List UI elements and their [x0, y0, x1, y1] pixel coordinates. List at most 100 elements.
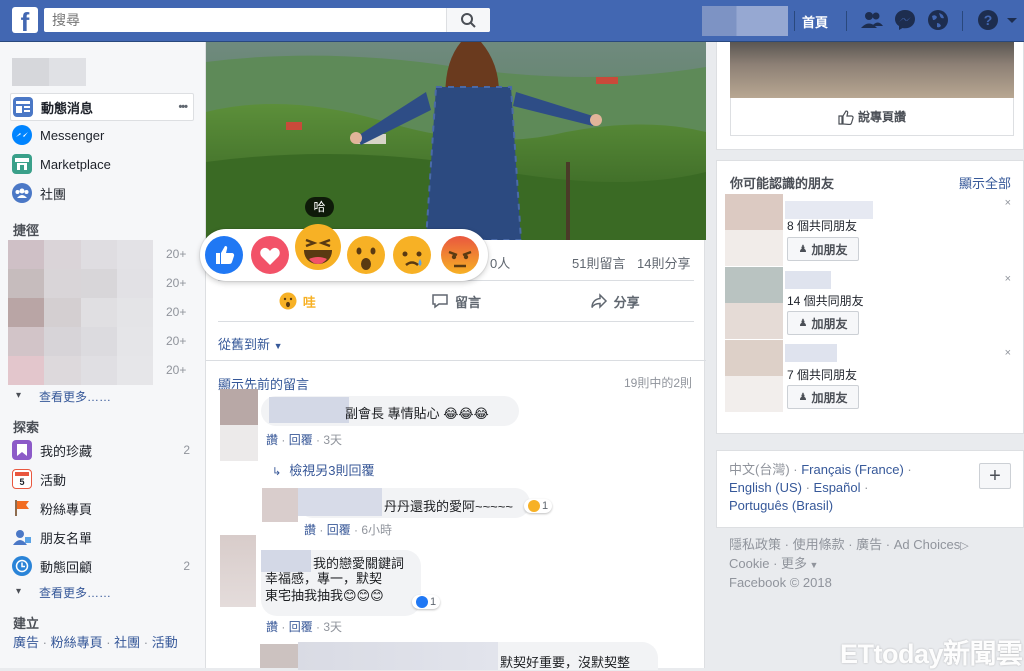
create-page-link[interactable]: 粉絲專頁: [51, 635, 103, 650]
friend-avatar-blurred[interactable]: [725, 194, 783, 266]
add-friend-button[interactable]: ♟ 加朋友: [787, 385, 859, 409]
nav-label: 活動: [40, 472, 67, 488]
chevron-down-icon: ▾: [16, 390, 22, 401]
create-event-link[interactable]: 活動: [152, 635, 178, 650]
reaction-count-text[interactable]: 0人: [490, 253, 510, 272]
more-languages-button[interactable]: +: [979, 463, 1011, 489]
comment-timestamp[interactable]: 3天: [323, 620, 342, 634]
copyright: Facebook © 2018: [729, 575, 832, 590]
nav-saved[interactable]: 我的珍藏 2: [10, 436, 194, 464]
share-button[interactable]: 分享: [535, 281, 694, 321]
commenter-name-blurred[interactable]: [269, 397, 349, 423]
friend-avatar-blurred[interactable]: [725, 340, 783, 412]
nav-events[interactable]: 5 活動: [10, 465, 194, 493]
nav-pages[interactable]: 粉絲專頁: [10, 494, 194, 522]
reply-comment-link[interactable]: 回覆: [289, 433, 313, 447]
messenger-icon[interactable]: [893, 8, 917, 32]
post-photo[interactable]: [206, 42, 706, 240]
commenter-name-blurred[interactable]: [298, 642, 498, 670]
cookie-link[interactable]: Cookie: [729, 556, 769, 571]
reaction-picker: [200, 224, 488, 281]
wow-label: 哇: [302, 294, 316, 310]
like-comment-link[interactable]: 讚: [266, 433, 278, 447]
wow-reaction-icon[interactable]: [346, 235, 386, 275]
wow-reaction-button[interactable]: 哇: [218, 281, 377, 321]
see-more-shortcuts-link[interactable]: 查看更多……: [39, 388, 111, 405]
ads-link[interactable]: 廣告: [856, 537, 882, 552]
profile-name-blurred[interactable]: [12, 58, 86, 86]
view-more-replies-link[interactable]: ↳ 檢視另3則回覆: [272, 460, 374, 479]
see-all-link[interactable]: 顯示全部: [959, 173, 1011, 192]
friend-requests-icon[interactable]: [860, 8, 884, 32]
search-button[interactable]: [446, 8, 490, 32]
like-comment-link[interactable]: 讚: [266, 620, 278, 634]
nav-friend-lists[interactable]: 朋友名單: [10, 523, 194, 551]
friend-name-blurred[interactable]: [785, 344, 837, 362]
mutual-friends[interactable]: 8 個共同朋友: [787, 217, 857, 234]
comment-timestamp[interactable]: 3天: [323, 433, 342, 447]
replier-name-blurred[interactable]: [298, 488, 382, 516]
like-comment-link[interactable]: 讚: [304, 523, 316, 537]
comment-sort-dropdown[interactable]: 從舊到新 ▼: [218, 334, 283, 353]
replier-avatar-blurred[interactable]: [262, 488, 298, 522]
see-more-explore-link[interactable]: 查看更多……: [39, 584, 111, 601]
more-link[interactable]: 更多: [781, 556, 807, 571]
comment-reaction-badge[interactable]: 1: [412, 595, 441, 609]
account-menu-icon[interactable]: [1004, 8, 1020, 32]
close-icon[interactable]: ×: [1005, 197, 1011, 209]
friend-avatar-blurred[interactable]: [725, 267, 783, 339]
create-group-link[interactable]: 社團: [114, 635, 140, 650]
nav-messenger[interactable]: Messenger: [10, 121, 194, 149]
add-friend-button[interactable]: ♟ 加朋友: [787, 311, 859, 335]
create-ad-link[interactable]: 廣告: [13, 635, 39, 650]
like-reaction-icon[interactable]: [204, 235, 244, 275]
language-link[interactable]: Français (France): [801, 462, 904, 477]
search-input[interactable]: [44, 8, 444, 32]
like-page-button[interactable]: 說專頁讚: [730, 98, 1014, 136]
top-navigation-bar: f 首頁 ?: [0, 0, 1024, 42]
angry-reaction-icon[interactable]: [440, 235, 480, 275]
reply-comment-link[interactable]: 回覆: [289, 620, 313, 634]
love-reaction-icon[interactable]: [250, 235, 290, 275]
nav-on-this-day[interactable]: 動態回顧 2: [10, 552, 194, 580]
nav-marketplace[interactable]: Marketplace: [10, 150, 194, 178]
commenter-avatar-blurred[interactable]: [220, 535, 256, 607]
terms-link[interactable]: 使用條款: [793, 537, 845, 552]
commenter-avatar-blurred[interactable]: [220, 389, 258, 461]
share-count-link[interactable]: 14則分享: [637, 253, 690, 272]
notifications-globe-icon[interactable]: [926, 8, 950, 32]
comment-meta: 讚 · 回覆 · 6小時: [304, 523, 393, 537]
nav-label: Messenger: [40, 127, 105, 143]
nav-label: 社團: [40, 186, 67, 202]
mutual-friends[interactable]: 7 個共同朋友: [787, 366, 857, 383]
mutual-friends[interactable]: 14 個共同朋友: [787, 292, 864, 309]
profile-link-blurred[interactable]: [702, 6, 788, 36]
comment-button[interactable]: 留言: [377, 281, 536, 321]
close-icon[interactable]: ×: [1005, 347, 1011, 359]
privacy-link[interactable]: 隱私政策: [729, 537, 781, 552]
comment-text: 東宅抽我抽我😊😊😊: [265, 588, 384, 603]
comment-timestamp[interactable]: 6小時: [361, 523, 392, 537]
page-cover-image[interactable]: [730, 42, 1014, 98]
comment-count-link[interactable]: 51則留言: [572, 253, 625, 272]
more-options-icon[interactable]: •••: [178, 101, 188, 113]
haha-reaction-icon[interactable]: [294, 223, 342, 271]
language-link[interactable]: Español: [814, 480, 861, 495]
home-link[interactable]: 首頁: [802, 12, 828, 31]
close-icon[interactable]: ×: [1005, 273, 1011, 285]
nav-groups[interactable]: 社團: [10, 179, 194, 207]
commenter-avatar-blurred[interactable]: [260, 644, 298, 668]
shortcuts-blurred[interactable]: [8, 240, 153, 385]
help-icon[interactable]: ?: [976, 8, 1000, 32]
language-link[interactable]: Português (Brasil): [729, 498, 833, 513]
reply-comment-link[interactable]: 回覆: [327, 523, 351, 537]
comment-reaction-badge[interactable]: 1: [524, 499, 553, 513]
nav-news-feed[interactable]: 動態消息 •••: [10, 93, 194, 121]
ad-choices-link[interactable]: Ad Choices: [894, 537, 960, 552]
language-link[interactable]: English (US): [729, 480, 802, 495]
sad-reaction-icon[interactable]: [392, 235, 432, 275]
reply-bubble: 丹丹還我的愛阿~~~~~: [298, 488, 530, 518]
add-friend-button[interactable]: ♟ 加朋友: [787, 237, 859, 261]
friend-name-blurred[interactable]: [785, 271, 831, 289]
facebook-logo[interactable]: f: [12, 7, 38, 33]
